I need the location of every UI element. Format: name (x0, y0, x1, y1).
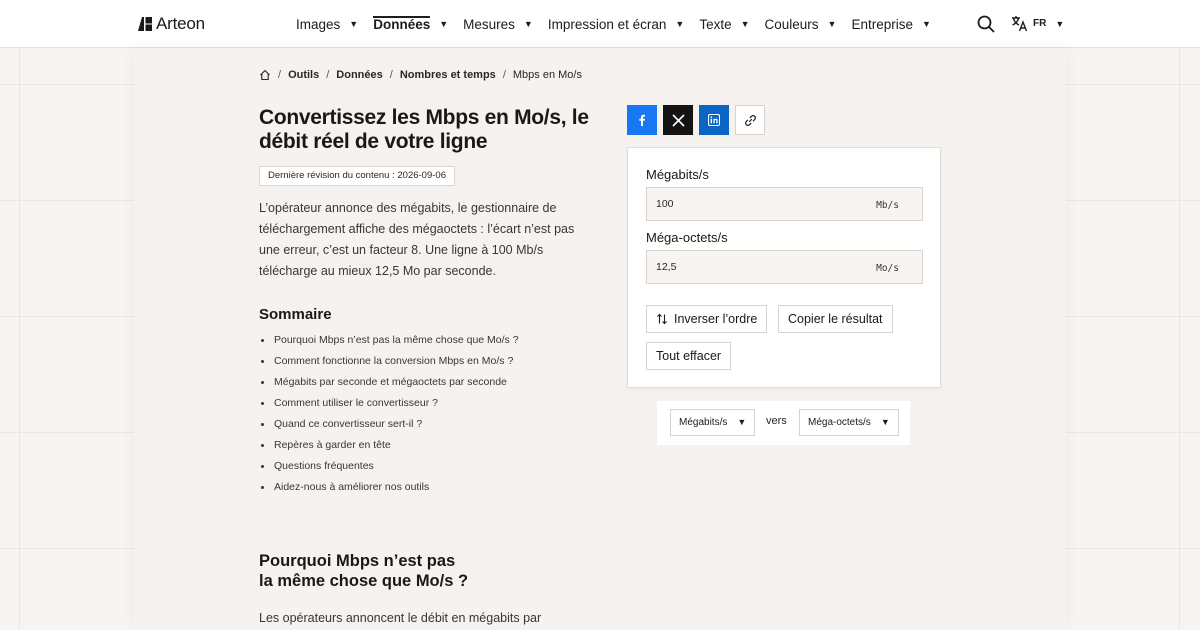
share-facebook-button[interactable] (627, 105, 657, 135)
toc-item[interactable]: Comment fonctionne la conversion Mbps en… (259, 351, 519, 372)
toc-title: Sommaire (259, 306, 332, 323)
from-unit-select[interactable]: Mégabits/s ▼ (670, 409, 756, 436)
chevron-down-icon: ▼ (922, 19, 931, 29)
section-paragraph: Les opérateurs annoncent le débit en még… (259, 611, 542, 625)
link-icon (744, 114, 756, 126)
chevron-down-icon: ▼ (740, 19, 750, 29)
section-title-line: la même chose que Mo/s ? (259, 572, 469, 590)
chevron-down-icon: ▼ (523, 19, 533, 29)
brand-name: Arteon (156, 14, 205, 33)
breadcrumb-separator: / (389, 69, 393, 81)
swap-icon (657, 313, 667, 325)
arteon-logo-icon (138, 17, 152, 31)
toc-item[interactable]: Questions fréquentes (259, 456, 519, 477)
copy-link-button[interactable] (735, 105, 765, 135)
from-label: Mégabits/s (646, 167, 709, 182)
translate-icon (1012, 16, 1028, 32)
main-nav: Images ▼ Données ▼ Mesures ▼ Impression … (296, 0, 946, 48)
share-bar (627, 105, 765, 135)
chevron-down-icon: ▼ (880, 417, 890, 427)
intro-paragraph: L’opérateur annonce des mégabits, le ges… (259, 201, 575, 278)
chevron-down-icon: ▼ (1055, 18, 1065, 29)
section-title-line: Pourquoi Mbps n’est pas (259, 552, 456, 570)
from-value: 100 (656, 198, 674, 210)
nav-item-texte[interactable]: Texte ▼ (699, 0, 749, 48)
chevron-down-icon: ▼ (349, 19, 359, 29)
nav-label: Texte (699, 16, 732, 32)
connector-text: vers (766, 415, 787, 427)
share-linkedin-button[interactable] (699, 105, 729, 135)
nav-item-donnees[interactable]: Données ▼ (373, 0, 448, 48)
breadcrumb-link[interactable]: Nombres et temps (400, 69, 496, 81)
page-title: Convertissez les Mbps en Mo/s, le débit … (259, 106, 589, 153)
section-title: Pourquoi Mbps n’est pas la même chose qu… (259, 551, 519, 591)
toc-item[interactable]: Repères à garder en tête (259, 435, 519, 456)
breadcrumb-separator: / (502, 69, 506, 81)
nav-item-images[interactable]: Images ▼ (296, 0, 358, 48)
nav-item-impression[interactable]: Impression et écran ▼ (548, 0, 684, 48)
breadcrumb-separator: / (326, 69, 330, 81)
language-selector[interactable]: FR ▼ (1011, 15, 1064, 32)
converter-card: Mégabits/s 100 Mb/s Méga-octets/s 12,5 M… (627, 147, 941, 388)
toc-item[interactable]: Comment utiliser le convertisseur ? (259, 393, 519, 414)
from-unit: Mb/s (876, 200, 899, 211)
from-unit-select-value: Mégabits/s (679, 417, 728, 428)
nav-item-couleurs[interactable]: Couleurs ▼ (765, 0, 837, 48)
to-unit: Mo/s (876, 263, 899, 274)
swap-order-label: Inverser l’ordre (674, 312, 758, 326)
nav-label: Couleurs (764, 16, 819, 32)
from-input[interactable]: 100 Mb/s (646, 187, 923, 221)
to-unit-select[interactable]: Méga-octets/s ▼ (799, 409, 899, 436)
revision-badge: Dernière révision du contenu : 2026-09-0… (259, 166, 455, 186)
facebook-icon (639, 114, 645, 126)
linkedin-icon (708, 114, 720, 126)
chevron-down-icon: ▼ (439, 19, 449, 29)
to-unit-select-value: Méga-octets/s (808, 417, 871, 428)
search-icon (977, 15, 995, 33)
toc-item[interactable]: Mégabits par seconde et mégaoctets par s… (259, 372, 519, 393)
table-of-contents: Pourquoi Mbps n’est pas la même chose qu… (259, 330, 519, 498)
breadcrumb-link[interactable]: Données (336, 69, 382, 81)
to-input[interactable]: 12,5 Mo/s (646, 250, 923, 284)
copy-result-button[interactable]: Copier le résultat (778, 305, 893, 333)
to-value: 12,5 (656, 261, 677, 273)
breadcrumb-current: Mbps en Mo/s (512, 69, 582, 81)
home-icon[interactable] (259, 69, 271, 81)
toc-item[interactable]: Pourquoi Mbps n’est pas la même chose qu… (259, 330, 519, 351)
nav-label: Images (296, 16, 341, 32)
share-x-button[interactable] (663, 105, 693, 135)
nav-item-mesures[interactable]: Mesures ▼ (463, 0, 533, 48)
nav-label: Mesures (463, 16, 515, 32)
clear-all-label: Tout effacer (656, 349, 722, 363)
breadcrumb: / Outils / Données / Nombres et temps / … (259, 69, 582, 81)
to-label: Méga-octets/s (646, 230, 728, 245)
breadcrumb-link[interactable]: Outils (288, 69, 319, 81)
brand-logo[interactable]: Arteon (137, 14, 205, 34)
nav-label: Impression et écran (547, 16, 667, 32)
copy-result-label: Copier le résultat (788, 312, 883, 326)
search-button[interactable] (977, 15, 995, 33)
top-header: Arteon Images ▼ Données ▼ Mesures ▼ Impr… (0, 0, 1200, 48)
x-icon (671, 113, 685, 127)
chevron-down-icon: ▼ (675, 19, 685, 29)
clear-all-button[interactable]: Tout effacer (646, 342, 732, 370)
chevron-down-icon: ▼ (737, 417, 747, 427)
nav-label: Entreprise (851, 16, 913, 32)
chevron-down-icon: ▼ (827, 19, 837, 29)
nav-label: Données (373, 16, 431, 32)
nav-item-entreprise[interactable]: Entreprise ▼ (851, 0, 930, 48)
unit-selector-bar: Mégabits/s ▼ vers Méga-octets/s ▼ (657, 401, 910, 445)
swap-order-button[interactable]: Inverser l’ordre (646, 305, 768, 333)
toc-item[interactable]: Aidez-nous à améliorer nos outils (259, 477, 519, 498)
toc-item[interactable]: Quand ce convertisseur sert-il ? (259, 414, 519, 435)
breadcrumb-separator: / (278, 69, 282, 81)
language-code: FR (1033, 18, 1047, 29)
